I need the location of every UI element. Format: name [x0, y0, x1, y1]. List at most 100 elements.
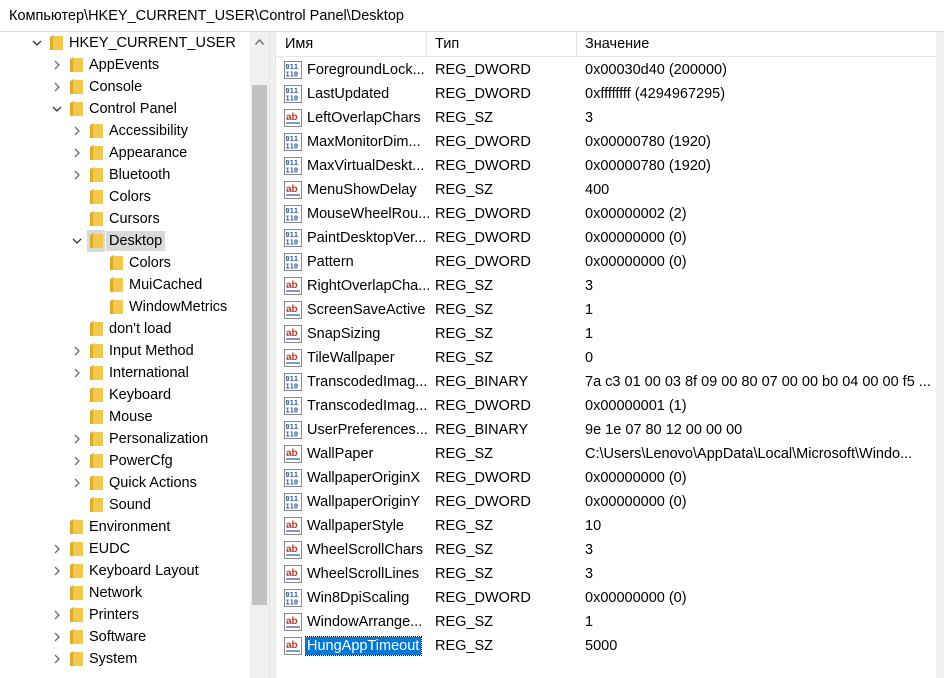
table-row[interactable]: 011 110 MaxVirtualDeskt... REG_DWORD 0x00000…	[277, 154, 944, 178]
tree-item-windowmetrics[interactable]: WindowMetrics	[0, 296, 250, 318]
table-row[interactable]: ab MenuShowDelay REG_SZ 400	[277, 178, 944, 202]
tree-item-keyboard-layout[interactable]: Keyboard Layout	[0, 560, 250, 582]
binary-value-icon: 011110	[284, 469, 302, 487]
table-row[interactable]: 011 110 ForegroundLock... REG_DWORD 0x00030d…	[277, 58, 944, 82]
table-row[interactable]: ab WheelScrollChars REG_SZ 3	[277, 538, 944, 562]
chevron-right-icon[interactable]	[71, 169, 83, 181]
table-row[interactable]: ab WallpaperStyle REG_SZ 10	[277, 514, 944, 538]
chevron-down-icon[interactable]	[51, 103, 63, 115]
tree-item-system[interactable]: System	[0, 648, 250, 670]
tree-item-personalization[interactable]: Personalization	[0, 428, 250, 450]
tree-item-cursors[interactable]: Cursors	[0, 208, 250, 230]
tree-item-quick-actions[interactable]: Quick Actions	[0, 472, 250, 494]
tree-item-appearance[interactable]: Appearance	[0, 142, 250, 164]
value-name-cell: RightOverlapCha...	[305, 274, 429, 298]
tree-item-desktop[interactable]: Desktop	[0, 230, 250, 252]
pane-splitter[interactable]	[269, 32, 276, 678]
folder-icon	[70, 79, 83, 94]
tree-item-label: Network	[89, 585, 143, 601]
chevron-right-icon[interactable]	[51, 565, 63, 577]
tree-item-eudc[interactable]: EUDC	[0, 538, 250, 560]
table-row[interactable]: 011 110 MaxMonitorDim... REG_DWORD 0x0000078…	[277, 130, 944, 154]
tree-item-accessibility[interactable]: Accessibility	[0, 120, 250, 142]
table-row[interactable]: ab WallPaper REG_SZ C:\Users\Lenovo\AppData…	[277, 442, 944, 466]
table-row[interactable]: ab WheelScrollLines REG_SZ 3	[277, 562, 944, 586]
table-row[interactable]: 011 110 LastUpdated REG_DWORD 0xffffffff (42…	[277, 82, 944, 106]
table-row[interactable]: ab WindowArrange... REG_SZ 1	[277, 610, 944, 634]
chevron-right-icon[interactable]	[71, 477, 83, 489]
chevron-right-icon[interactable]	[71, 433, 83, 445]
table-row[interactable]: ab RightOverlapCha... REG_SZ 3	[277, 274, 944, 298]
svg-text:ab: ab	[286, 304, 298, 315]
value-type: REG_DWORD	[435, 206, 531, 222]
string-value-icon: ab	[284, 325, 302, 343]
table-row[interactable]: 011 110 WallpaperOriginY REG_DWORD 0x0000000…	[277, 490, 944, 514]
list-scrollbar[interactable]	[936, 32, 944, 678]
tree-item-muicached[interactable]: MuiCached	[0, 274, 250, 296]
chevron-right-icon[interactable]	[71, 147, 83, 159]
tree-item-control-panel[interactable]: Control Panel	[0, 98, 250, 120]
tree-item-powercfg[interactable]: PowerCfg	[0, 450, 250, 472]
tree-item-colors[interactable]: Colors	[0, 252, 250, 274]
chevron-right-icon[interactable]	[71, 345, 83, 357]
tree-item-don-t-load[interactable]: don't load	[0, 318, 250, 340]
tree-item-international[interactable]: International	[0, 362, 250, 384]
folder-icon	[90, 233, 103, 248]
column-header-name[interactable]: Имя	[277, 32, 427, 57]
table-row[interactable]: 011 110 TranscodedImag... REG_BINARY 7a c3 0…	[277, 370, 944, 394]
value-name: UserPreferences...	[307, 422, 428, 438]
tree-item-appevents[interactable]: AppEvents	[0, 54, 250, 76]
folder-icon	[70, 563, 83, 578]
tree-item-printers[interactable]: Printers	[0, 604, 250, 626]
value-name: LastUpdated	[307, 86, 390, 102]
registry-key-tree[interactable]: HKEY_CURRENT_USER AppEvents Console Control…	[0, 32, 274, 678]
table-row[interactable]: 011 110 TranscodedImag... REG_DWORD 0x000000…	[277, 394, 944, 418]
table-row[interactable]: ab TileWallpaper REG_SZ 0	[277, 346, 944, 370]
table-row[interactable]: ab SnapSizing REG_SZ 1	[277, 322, 944, 346]
chevron-right-icon[interactable]	[51, 653, 63, 665]
chevron-right-icon[interactable]	[71, 367, 83, 379]
column-header-name-label: Имя	[285, 36, 314, 52]
column-header-data[interactable]: Значение	[577, 32, 944, 57]
chevron-right-icon[interactable]	[51, 543, 63, 555]
chevron-right-icon[interactable]	[71, 455, 83, 467]
chevron-right-icon[interactable]	[71, 125, 83, 137]
chevron-right-icon[interactable]	[51, 609, 63, 621]
chevron-right-icon[interactable]	[51, 631, 63, 643]
tree-item-software[interactable]: Software	[0, 626, 250, 648]
tree-scrollbar[interactable]	[250, 32, 269, 678]
chevron-right-icon[interactable]	[51, 59, 63, 71]
tree-item-environment[interactable]: Environment	[0, 516, 250, 538]
svg-text:ab: ab	[286, 616, 298, 627]
table-row[interactable]: ab LeftOverlapChars REG_SZ 3	[277, 106, 944, 130]
table-row[interactable]: 011 110 WallpaperOriginX REG_DWORD 0x0000000…	[277, 466, 944, 490]
column-header-type[interactable]: Тип	[427, 32, 577, 57]
value-name: Pattern	[307, 254, 354, 270]
tree-item-network[interactable]: Network	[0, 582, 250, 604]
table-row[interactable]: 011 110 PaintDesktopVer... REG_DWORD 0x00000…	[277, 226, 944, 250]
value-name: TileWallpaper	[307, 350, 395, 366]
chevron-down-icon[interactable]	[71, 235, 83, 247]
scroll-thumb[interactable]	[252, 85, 267, 605]
table-row[interactable]: 011 110 UserPreferences... REG_BINARY 9e 1e …	[277, 418, 944, 442]
scroll-up-arrow-icon[interactable]	[250, 32, 269, 52]
tree-item-console[interactable]: Console	[0, 76, 250, 98]
table-row[interactable]: ab HungAppTimeout REG_SZ 5000	[277, 634, 944, 658]
tree-item-sound[interactable]: Sound	[0, 494, 250, 516]
svg-text:110: 110	[286, 143, 299, 151]
tree-item-input-method[interactable]: Input Method	[0, 340, 250, 362]
registry-values-list[interactable]: Имя Тип Значение 011 110 ForegroundLock...…	[277, 32, 944, 678]
tree-item-mouse[interactable]: Mouse	[0, 406, 250, 428]
table-row[interactable]: ab ScreenSaveActive REG_SZ 1	[277, 298, 944, 322]
tree-item-keyboard[interactable]: Keyboard	[0, 384, 250, 406]
table-row[interactable]: 011 110 MouseWheelRou... REG_DWORD 0x0000000…	[277, 202, 944, 226]
tree-item-bluetooth[interactable]: Bluetooth	[0, 164, 250, 186]
value-type: REG_DWORD	[435, 62, 531, 78]
chevron-down-icon[interactable]	[31, 37, 43, 49]
tree-item-colors[interactable]: Colors	[0, 186, 250, 208]
table-row[interactable]: 011 110 Pattern REG_DWORD 0x00000000 (0)	[277, 250, 944, 274]
address-bar[interactable]: Компьютер\HKEY_CURRENT_USER\Control Pane…	[0, 0, 944, 32]
table-row[interactable]: 011 110 Win8DpiScaling REG_DWORD 0x00000000 …	[277, 586, 944, 610]
chevron-right-icon[interactable]	[51, 81, 63, 93]
tree-item-hkey-current-user[interactable]: HKEY_CURRENT_USER	[0, 32, 250, 54]
